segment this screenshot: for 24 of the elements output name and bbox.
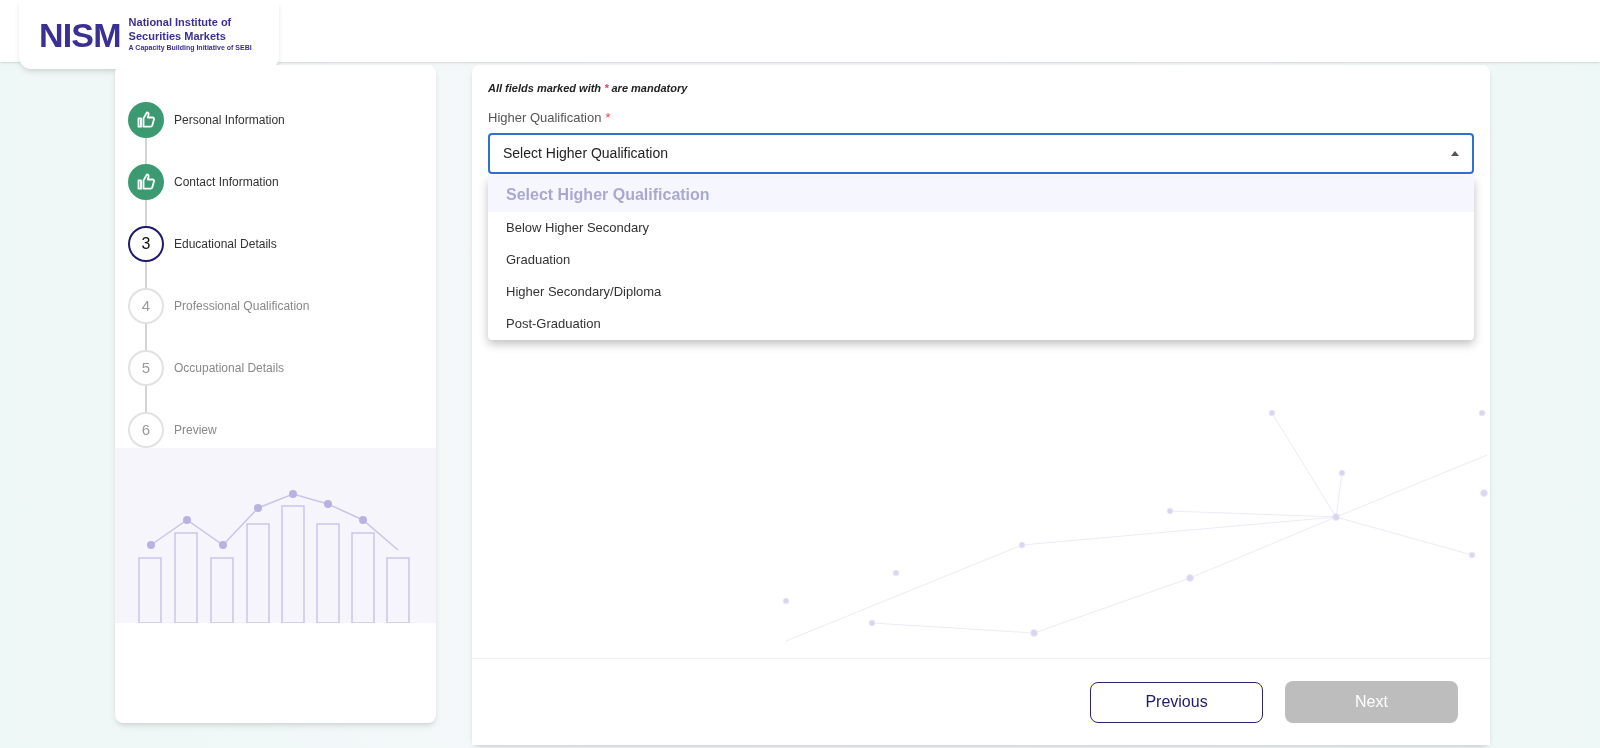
dropdown-option[interactable]: Higher Secondary/Diploma [488,276,1474,308]
mandatory-note: All fields marked with * are mandatory [488,81,689,96]
dropdown-option[interactable]: Graduation [488,244,1474,276]
step-number: 4 [128,288,164,324]
field-label: Higher Qualification [488,108,602,127]
required-mark: * [605,108,611,127]
logo-mark: NISM [39,17,121,52]
select-value: Select Higher Qualification [503,144,668,163]
step-number: 3 [128,226,164,262]
dropdown-option[interactable]: Below Higher Secondary [488,212,1474,244]
step-nav-button[interactable]: Previous [1090,681,1263,723]
step-label: Preview [174,422,217,439]
step-number: 5 [128,350,164,386]
step-label: Educational Details [174,236,277,253]
dropdown-option[interactable]: Post-Graduation [488,308,1474,340]
step-label: Personal Information [174,112,285,129]
step-label: Contact Information [174,174,279,191]
step-label: Occupational Details [174,360,285,377]
select-field[interactable]: Select Higher Qualification [488,133,1474,174]
step-label: Professional Qualification [174,298,310,315]
logo-title: National Institute of [128,16,233,31]
caret-icon [1451,151,1459,156]
logo-title: Securities Markets [128,30,227,44]
step-number: 6 [128,412,164,448]
